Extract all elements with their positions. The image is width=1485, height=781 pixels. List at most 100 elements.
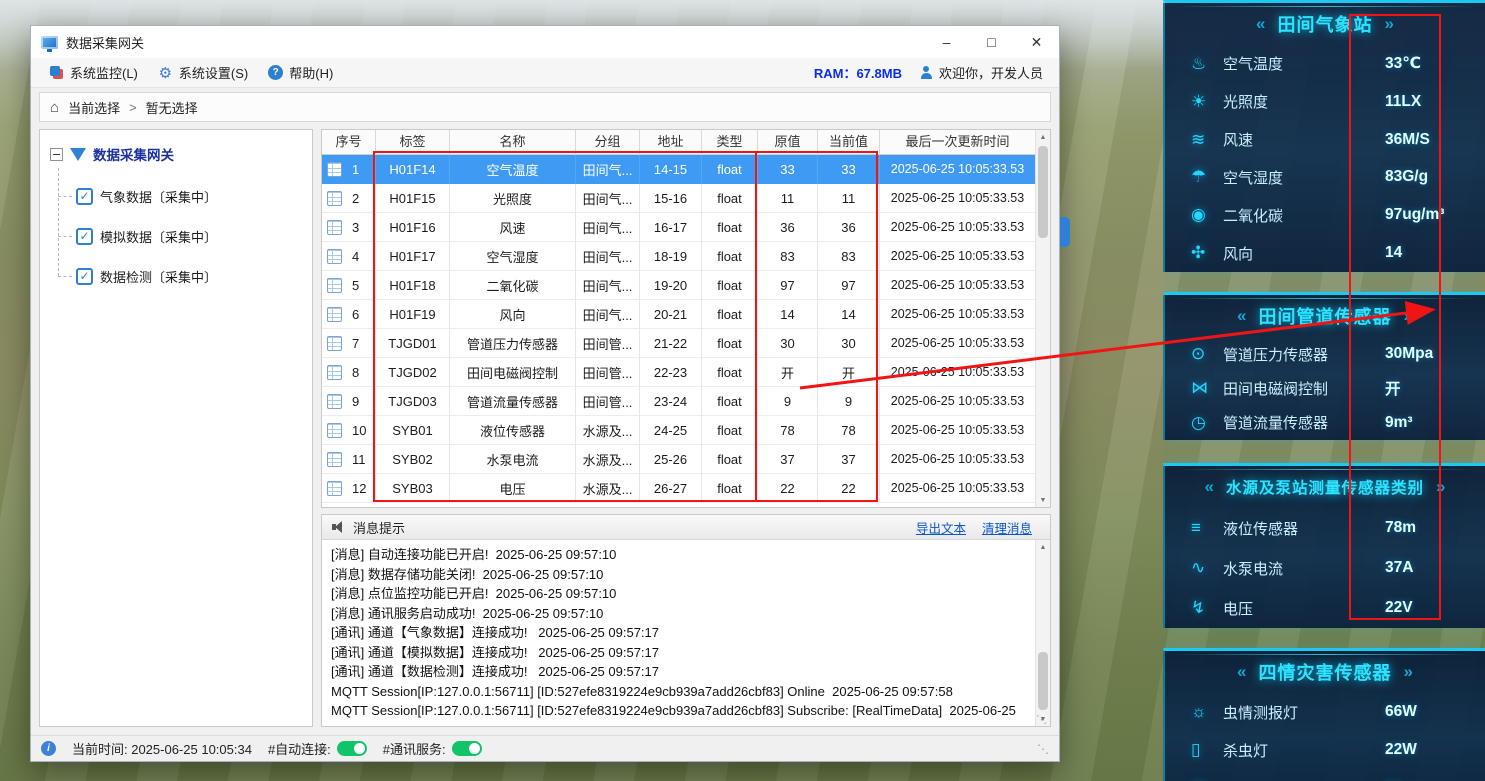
- liquid-level-icon: ≡: [1191, 518, 1219, 538]
- tree-item[interactable]: ✓数据检测〔采集中〕: [58, 256, 304, 296]
- menu-item[interactable]: 帮助(H): [258, 58, 343, 87]
- table-row[interactable]: 6H01F19风向田间气...20-21float14142025-06-25 …: [322, 300, 1035, 329]
- scrollbar-thumb[interactable]: [1038, 146, 1048, 238]
- table-row[interactable]: 3H01F16风速田间气...16-17float36362025-06-25 …: [322, 213, 1035, 242]
- table-row[interactable]: 4H01F17空气湿度田间气...18-19float83832025-06-2…: [322, 242, 1035, 271]
- menu-item[interactable]: 系统监控(L): [39, 58, 148, 87]
- breadcrumb: ⌂ 当前选择 > 暂无选择: [39, 92, 1051, 122]
- message-line: [通讯] 通道【数据检测】连接成功! 2025-06-25 09:57:17: [331, 662, 1026, 682]
- table-row[interactable]: 5H01F18二氧化碳田间气...19-20float97972025-06-2…: [322, 271, 1035, 300]
- auto-connect-toggle[interactable]: [337, 741, 367, 756]
- table-cell: 9: [758, 387, 818, 416]
- speaker-icon: [332, 521, 345, 533]
- tree-item[interactable]: ✓气象数据〔采集中〕: [58, 176, 304, 216]
- table-row-partial[interactable]: [322, 503, 1035, 507]
- table-cell: float: [702, 416, 758, 445]
- table-cell: 风向: [450, 300, 576, 329]
- column-header[interactable]: 原值: [758, 130, 818, 155]
- home-icon[interactable]: ⌂: [50, 99, 59, 116]
- export-text-link[interactable]: 导出文本: [916, 518, 966, 537]
- table-cell: 22: [758, 474, 818, 503]
- sensor-label: 管道压力传感器: [1223, 344, 1328, 365]
- table-scrollbar[interactable]: ▲ ▼: [1035, 130, 1050, 507]
- resize-grip[interactable]: ⋱: [1036, 713, 1047, 726]
- title-bar[interactable]: 数据采集网关 – □ ✕: [31, 26, 1059, 58]
- close-button[interactable]: ✕: [1014, 26, 1059, 58]
- scroll-up-icon[interactable]: ▲: [1036, 130, 1050, 144]
- table-row[interactable]: 1H01F14空气温度田间气...14-15float33332025-06-2…: [322, 155, 1035, 184]
- row-type-icon: [327, 220, 342, 235]
- current-time: 当前时间: 2025-06-25 10:05:34: [72, 739, 252, 758]
- panel-title-row: «四情灾害传感器»: [1165, 651, 1485, 693]
- resize-grip[interactable]: ⋱: [1037, 742, 1049, 756]
- table-cell: 2025-06-25 10:05:33.53: [880, 416, 1035, 445]
- breadcrumb-separator: >: [129, 100, 137, 115]
- minimize-button[interactable]: –: [924, 26, 969, 58]
- table-row[interactable]: 7TJGD01管道压力传感器田间管...21-22float30302025-0…: [322, 329, 1035, 358]
- tree-root-node[interactable]: 数据采集网关: [48, 142, 304, 176]
- chevron-right-icon: »: [1404, 662, 1413, 682]
- scroll-up-icon[interactable]: ▲: [1036, 540, 1050, 554]
- chevron-left-icon: «: [1237, 306, 1246, 326]
- side-panel-handle[interactable]: [1060, 217, 1070, 247]
- column-header[interactable]: 分组: [576, 130, 640, 155]
- table-cell: 开: [758, 358, 818, 387]
- column-header[interactable]: 序号: [322, 130, 376, 155]
- table-cell: float: [702, 474, 758, 503]
- table-row[interactable]: 11SYB02水泵电流水源及...25-26float37372025-06-2…: [322, 445, 1035, 474]
- column-header[interactable]: 最后一次更新时间: [880, 130, 1035, 155]
- sensor-row: ☂空气湿度83G/g: [1165, 158, 1485, 196]
- table-cell: 36: [818, 213, 880, 242]
- column-header[interactable]: 标签: [376, 130, 450, 155]
- tree-item[interactable]: ✓模拟数据〔采集中〕: [58, 216, 304, 256]
- panel-title: 四情灾害传感器: [1259, 659, 1392, 685]
- table-cell: 田间气...: [576, 271, 640, 300]
- app-icon: [41, 36, 58, 49]
- table-row[interactable]: 2H01F15光照度田间气...15-16float11112025-06-25…: [322, 184, 1035, 213]
- table-cell: 田间气...: [576, 184, 640, 213]
- chevron-right-icon: »: [1385, 14, 1394, 34]
- message-scrollbar[interactable]: ▲ ▼: [1035, 540, 1050, 726]
- table-cell: 7: [322, 329, 376, 358]
- sensor-row: ◉二氧化碳97ug/m³: [1165, 196, 1485, 234]
- table-cell: 水源及...: [576, 416, 640, 445]
- column-header[interactable]: 名称: [450, 130, 576, 155]
- chevron-left-icon: «: [1205, 477, 1214, 497]
- table-row[interactable]: 12SYB03电压水源及...26-27float22222025-06-25 …: [322, 474, 1035, 503]
- table-row[interactable]: 9TJGD03管道流量传感器田间管...23-24float992025-06-…: [322, 387, 1035, 416]
- collapse-icon[interactable]: [50, 148, 63, 161]
- sensor-label: 光照度: [1223, 91, 1268, 112]
- dashboard: «田间气象站»♨空气温度33℃☀光照度11LX≋风速36M/S☂空气湿度83G/…: [1163, 0, 1485, 781]
- message-panel: 消息提示 导出文本 清理消息 [消息] 自动连接功能已开启! 2025-06-2…: [321, 514, 1051, 727]
- comm-service-toggle[interactable]: [452, 741, 482, 756]
- column-header[interactable]: 类型: [702, 130, 758, 155]
- sensor-value: 83G/g: [1385, 168, 1473, 186]
- row-type-icon: [327, 162, 342, 177]
- scrollbar-thumb[interactable]: [1038, 652, 1048, 710]
- menu-item[interactable]: 系统设置(S): [148, 58, 258, 87]
- table-cell: 83: [818, 242, 880, 271]
- menu-bar-items: 系统监控(L)系统设置(S)帮助(H): [39, 58, 343, 87]
- table-row[interactable]: 10SYB01液位传感器水源及...24-25float78782025-06-…: [322, 416, 1035, 445]
- column-header[interactable]: 当前值: [818, 130, 880, 155]
- gateway-icon: [70, 148, 86, 161]
- dashboard-panel: «田间气象站»♨空气温度33℃☀光照度11LX≋风速36M/S☂空气湿度83G/…: [1163, 0, 1485, 272]
- sensor-row: ≡液位传感器78m: [1165, 508, 1485, 548]
- column-header[interactable]: 地址: [640, 130, 702, 155]
- gear-icon: [158, 65, 173, 80]
- flow-meter-icon: ◷: [1191, 413, 1219, 433]
- table-row[interactable]: 8TJGD02田间电磁阀控制田间管...22-23float开开2025-06-…: [322, 358, 1035, 387]
- panel-title-row: «田间气象站»: [1165, 3, 1485, 45]
- scroll-down-icon[interactable]: ▼: [1036, 493, 1050, 507]
- clear-messages-link[interactable]: 清理消息: [982, 518, 1032, 537]
- table-cell: 田间气...: [576, 242, 640, 271]
- table-cell: 11: [758, 184, 818, 213]
- pest-lamp-icon: ☼: [1191, 702, 1219, 722]
- comm-service-label: #通讯服务:: [383, 739, 446, 758]
- table-cell: 19-20: [640, 271, 702, 300]
- table-cell: 5: [322, 271, 376, 300]
- checkbox-icon: ✓: [76, 188, 93, 205]
- table-cell: 空气温度: [450, 155, 576, 184]
- maximize-button[interactable]: □: [969, 26, 1014, 58]
- dashboard-panel: «水源及泵站测量传感器类别»≡液位传感器78m∿水泵电流37A↯电压22V: [1163, 463, 1485, 628]
